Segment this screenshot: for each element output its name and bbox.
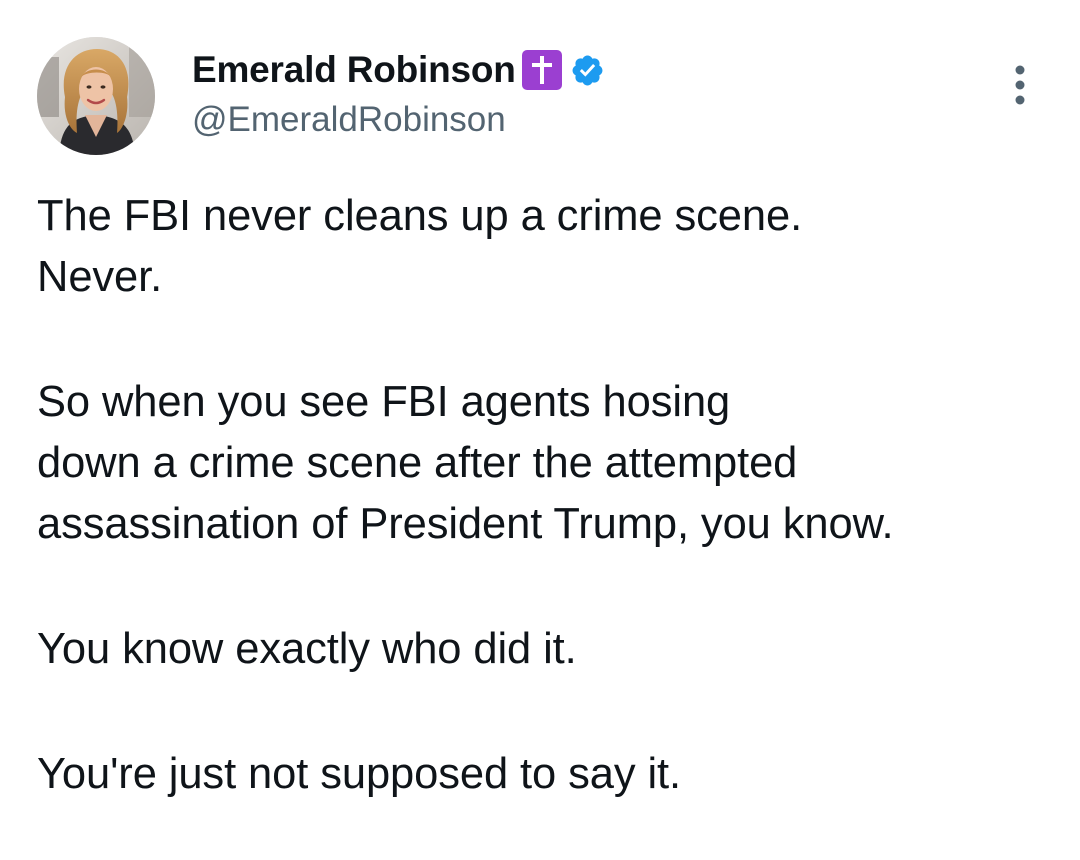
tweet-text: The FBI never cleans up a crime scene. N… (37, 186, 1057, 805)
tweet-paragraph: So when you see FBI agents hosing down a… (37, 378, 894, 548)
display-name[interactable]: Emerald Robinson (192, 47, 516, 93)
tweet-paragraph: You're just not supposed to say it. (37, 750, 682, 798)
author-name-row: Emerald Robinson (192, 47, 605, 93)
profile-photo (37, 37, 155, 155)
more-vertical-icon (1015, 65, 1025, 105)
more-options-button[interactable] (1002, 60, 1038, 110)
tweet-paragraph: You know exactly who did it. (37, 625, 577, 673)
author-handle[interactable]: @EmeraldRobinson (192, 97, 506, 143)
tweet-card: Emerald Robinson @EmeraldRobinson The FB… (0, 0, 1080, 860)
verified-badge-icon[interactable] (570, 53, 605, 88)
avatar[interactable] (37, 37, 155, 155)
latin-cross-emoji-icon (521, 50, 562, 90)
tweet-paragraph: The FBI never cleans up a crime scene. N… (37, 192, 803, 301)
